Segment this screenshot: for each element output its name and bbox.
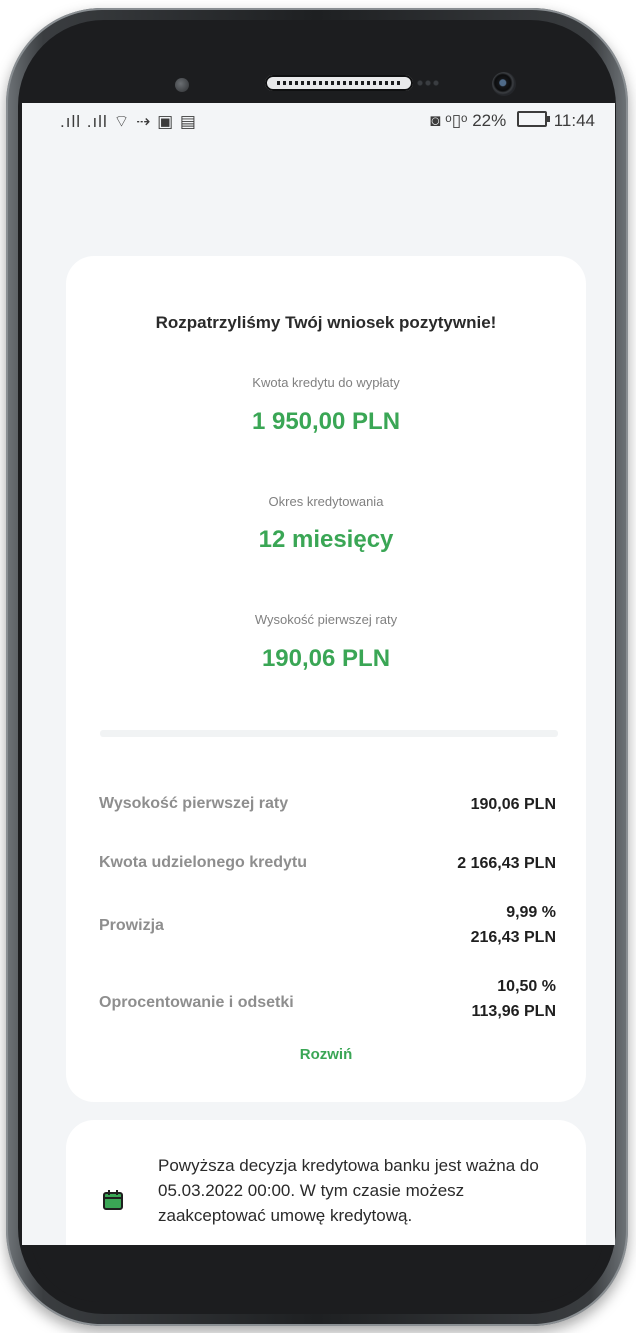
nfc-vibrate-icons: ◙ ᵒ▯ᵒ (430, 111, 468, 130)
calendar-icon (103, 1190, 123, 1210)
detail-value-amount: 216,43 PLN (470, 929, 556, 946)
detail-value-percent: 9,99 % (506, 904, 556, 921)
screen: .ıll .ıll ⌔ ⇢ ▣ ▤ ◙ ᵒ▯ᵒ 22% 11:44 Rozpat… (22, 103, 615, 1245)
decision-card: Rozpatrzyliśmy Twój wniosek pozytywnie! … (66, 256, 586, 1102)
earpiece-speaker (265, 75, 413, 91)
validity-info-card: Powyższa decyzja kredytowa banku jest wa… (66, 1120, 586, 1245)
payout-amount-label: Kwota kredytu do wypłaty (252, 375, 400, 390)
detail-label: Oprocentowanie i odsetki (99, 994, 294, 1011)
battery-icon (516, 111, 550, 127)
detail-label: Wysokość pierwszej raty (99, 795, 289, 812)
first-installment-value: 190,06 PLN (261, 645, 391, 672)
detail-label: Kwota udzielonego kredytu (99, 854, 308, 871)
detail-value-percent: 10,50 % (497, 978, 556, 995)
detail-label: Prowizja (99, 917, 164, 934)
payout-amount-value: 1 950,00 PLN (251, 408, 401, 435)
loan-period-label: Okres kredytowania (268, 494, 384, 509)
sensor-dots (416, 80, 440, 86)
decision-headline: Rozpatrzyliśmy Twój wniosek pozytywnie! (155, 313, 497, 332)
expand-link[interactable]: Rozwiń (66, 1046, 586, 1063)
detail-value-amount: 113,96 PLN (471, 1003, 557, 1020)
detail-value: 2 166,43 PLN (457, 855, 556, 872)
status-left-icons: .ıll .ıll ⌔ ⇢ ▣ ▤ (60, 112, 197, 131)
divider (100, 730, 558, 737)
status-time: 11:44 (553, 111, 595, 130)
first-installment-label: Wysokość pierwszej raty (254, 612, 398, 627)
front-camera (492, 72, 516, 96)
status-right: ◙ ᵒ▯ᵒ 22% 11:44 (430, 111, 595, 131)
detail-value: 190,06 PLN (470, 796, 556, 813)
battery-percent: 22% (472, 111, 507, 130)
validity-info-text: Powyższa decyzja kredytowa banku jest wa… (158, 1156, 539, 1225)
status-bar: .ıll .ıll ⌔ ⇢ ▣ ▤ ◙ ᵒ▯ᵒ 22% 11:44 (22, 103, 615, 139)
loan-period-value: 12 miesięcy (258, 526, 394, 553)
proximity-sensor (175, 78, 189, 92)
